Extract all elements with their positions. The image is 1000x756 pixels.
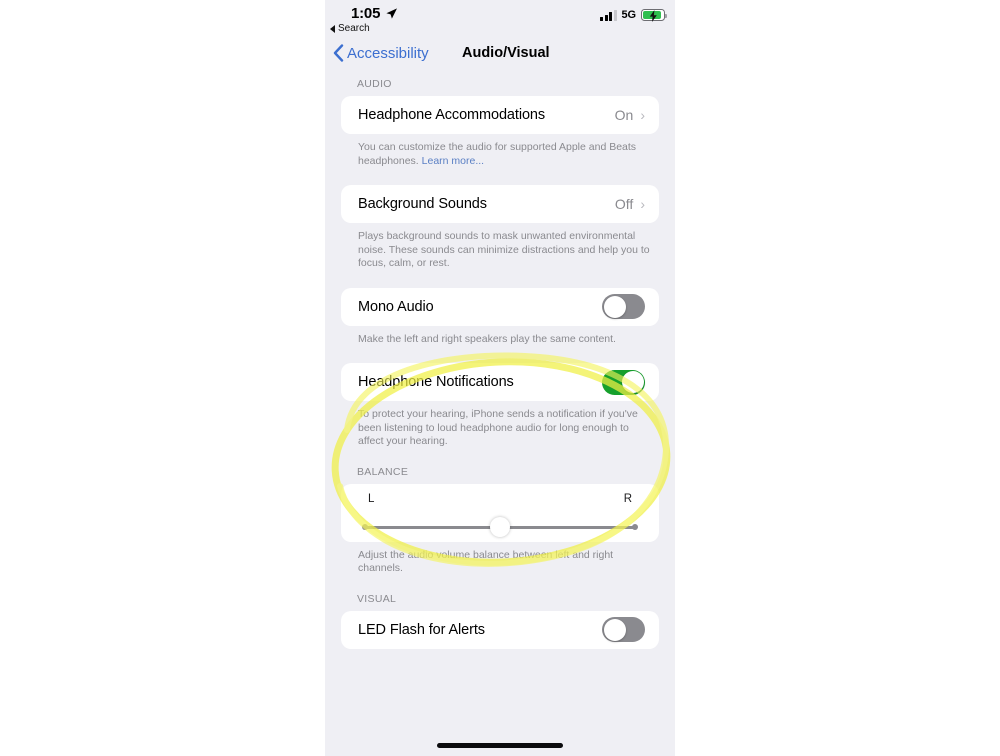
footnote-background-sounds: Plays background sounds to mask unwanted…: [358, 230, 650, 269]
row-background-sounds[interactable]: Background Sounds Off ›: [341, 185, 659, 223]
slider-cap-right: [632, 524, 638, 530]
row-led-flash-for-alerts[interactable]: LED Flash for Alerts: [341, 611, 659, 649]
page-title: Audio/Visual: [462, 45, 550, 61]
row-value-background-sounds: Off: [614, 196, 634, 212]
card-led-flash: LED Flash for Alerts: [341, 610, 659, 649]
toggle-knob: [603, 618, 626, 641]
bolt-icon: [649, 10, 657, 22]
status-bar: 1:05 Search 5G: [325, 0, 675, 42]
balance-right-label: R: [623, 492, 632, 505]
status-time: 1:05: [351, 5, 381, 22]
network-type-label: 5G: [621, 9, 637, 21]
back-button-label: Accessibility: [347, 44, 429, 62]
battery-charging-icon: [641, 9, 667, 22]
card-mono-audio: Mono Audio: [341, 287, 659, 326]
learn-more-link[interactable]: Learn more...: [422, 155, 484, 167]
row-label-headphone-notifications: Headphone Notifications: [358, 374, 514, 390]
card-headphone-accommodations: Headphone Accommodations On ›: [341, 96, 659, 134]
settings-list: AUDIO Headphone Accommodations On › You …: [325, 78, 675, 649]
toggle-knob: [603, 295, 626, 318]
row-label-background-sounds: Background Sounds: [358, 196, 487, 212]
row-value-headphone-accommodations: On: [614, 107, 634, 123]
row-label-mono-audio: Mono Audio: [358, 298, 434, 315]
back-to-search-button[interactable]: Search: [330, 23, 370, 34]
toggle-mono-audio[interactable]: [602, 294, 645, 319]
toggle-headphone-notifications[interactable]: [602, 369, 645, 395]
row-mono-audio[interactable]: Mono Audio: [341, 288, 659, 326]
card-background-sounds: Background Sounds Off ›: [341, 185, 659, 223]
footnote-balance: Adjust the audio volume balance between …: [358, 548, 614, 575]
status-time-group: 1:05: [351, 5, 398, 22]
section-header-balance: BALANCE: [357, 465, 409, 478]
card-headphone-notifications: Headphone Notifications: [341, 363, 659, 401]
status-right-group: 5G: [600, 9, 667, 22]
footnote-text: You can customize the audio for supporte…: [358, 141, 637, 167]
row-headphone-notifications[interactable]: Headphone Notifications: [341, 363, 659, 401]
location-arrow-icon: [386, 8, 398, 19]
back-button-accessibility[interactable]: Accessibility: [333, 44, 429, 62]
back-caret-icon: [330, 24, 335, 33]
slider-cap-left: [362, 524, 368, 530]
section-header-audio: AUDIO: [357, 78, 392, 90]
chevron-right-icon: ›: [640, 196, 645, 212]
row-label-led-flash-for-alerts: LED Flash for Alerts: [358, 621, 485, 638]
footnote-headphone-notifications: To protect your hearing, iPhone sends a …: [358, 408, 638, 447]
balance-left-label: L: [368, 492, 375, 505]
signal-bars-icon: [600, 9, 617, 21]
back-app-label: Search: [338, 23, 370, 34]
footnote-headphone-accommodations: You can customize the audio for supporte…: [325, 134, 675, 168]
toggle-knob: [621, 371, 644, 393]
chevron-left-icon: [333, 44, 344, 62]
balance-slider-knob[interactable]: [490, 517, 510, 537]
row-label-headphone-accommodations: Headphone Accommodations: [358, 107, 546, 123]
card-balance: L R: [341, 483, 659, 542]
section-header-visual: VISUAL: [357, 592, 397, 605]
chevron-right-icon: ›: [640, 107, 645, 123]
toggle-led-flash-for-alerts[interactable]: [602, 617, 645, 642]
balance-slider[interactable]: [362, 517, 638, 537]
footnote-mono-audio: Make the left and right speakers play th…: [358, 332, 616, 345]
home-indicator: [437, 743, 563, 748]
row-headphone-accommodations[interactable]: Headphone Accommodations On ›: [341, 96, 659, 134]
iphone-screenshot: 1:05 Search 5G Accessibility Audio/Visua…: [325, 0, 675, 756]
navigation-bar: Accessibility Audio/Visual: [325, 44, 675, 70]
